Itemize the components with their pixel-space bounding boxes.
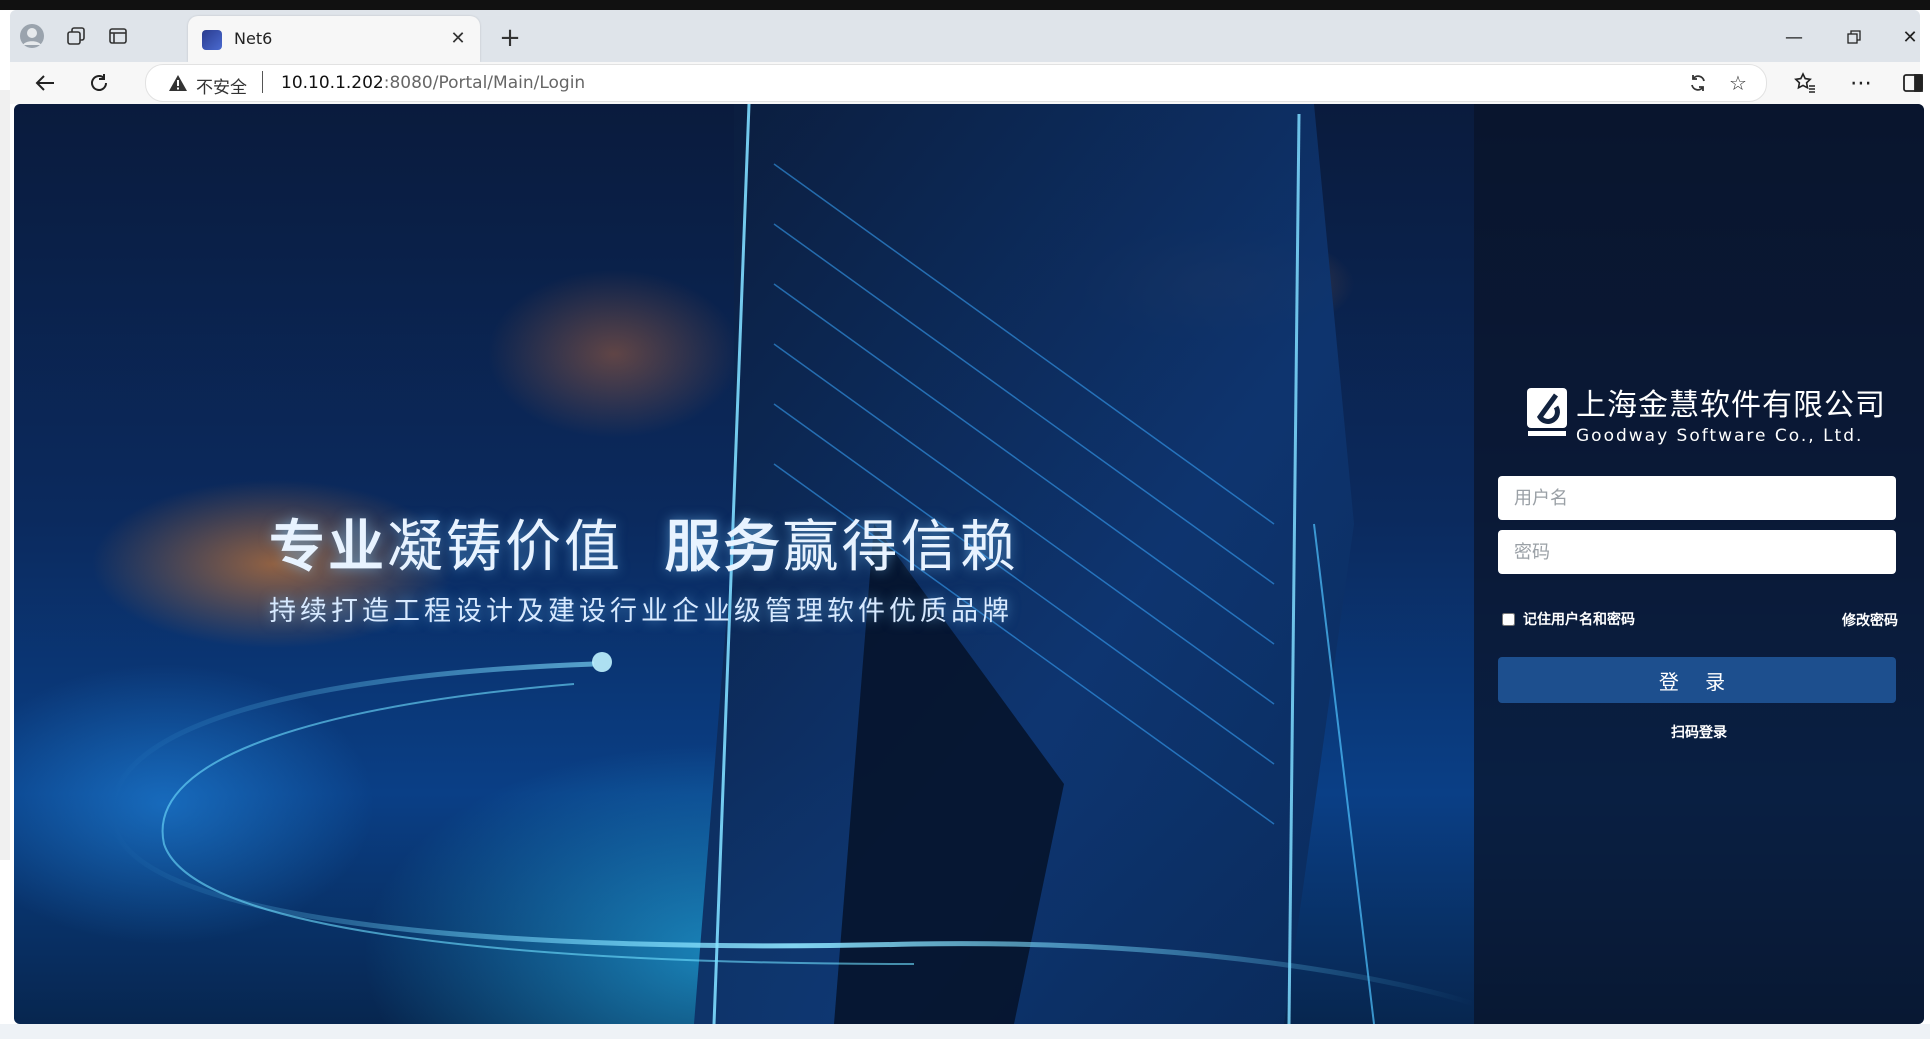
change-password-link[interactable]: 修改密码 [1842,610,1898,630]
close-window-icon[interactable]: ✕ [1886,22,1930,52]
company-logo: 上海金慧软件有限公司 Goodway Software Co., Ltd. [1526,380,1886,446]
url-text[interactable]: 10.10.1.202:8080/Portal/Main/Login [281,73,585,93]
refresh-icon[interactable] [82,66,116,100]
remember-label: 记住用户名和密码 [1523,612,1635,628]
password-input[interactable] [1498,530,1896,574]
address-bar[interactable]: 不安全 10.10.1.202:8080/Portal/Main/Login ☆ [145,64,1767,102]
restore-icon[interactable] [1830,22,1878,52]
site-favicon-icon [202,30,222,50]
tab-actions-icon[interactable] [102,20,134,52]
company-name-cn: 上海金慧软件有限公司 [1576,388,1886,423]
tab-title: Net6 [234,29,273,48]
goodway-logo-icon [1527,388,1567,436]
tab-net6[interactable]: Net6 ✕ [188,16,480,62]
minimize-icon[interactable]: — [1770,22,1818,52]
login-page: 专业凝铸价值 服务赢得信赖 持续打造工程设计及建设行业企业级管理软件优质品牌 上… [14,104,1924,1024]
profile-icon[interactable] [16,20,48,52]
login-panel: 上海金慧软件有限公司 Goodway Software Co., Ltd. 记住… [1474,104,1924,1024]
url-host: 10.10.1.202 [281,73,384,93]
favorites-icon[interactable] [1788,66,1822,100]
remember-me[interactable]: 记住用户名和密码 [1498,609,1635,629]
remember-checkbox[interactable] [1502,612,1515,626]
browser-tab-strip: Net6 ✕ + — ✕ [10,10,1920,62]
slogan-bold-2: 服务 [664,515,783,580]
slogan-rest-2: 赢得信赖 [782,515,1019,580]
company-name-en: Goodway Software Co., Ltd. [1576,426,1864,446]
back-icon[interactable] [28,66,62,100]
url-path: :8080/Portal/Main/Login [383,73,586,93]
favorite-star-icon[interactable]: ☆ [1724,69,1752,97]
slogan-headline: 专业凝铸价值 服务赢得信赖 [269,502,1019,583]
os-top-edge [0,0,1930,10]
new-tab-icon[interactable]: + [494,22,526,54]
company-name-block: 上海金慧软件有限公司 Goodway Software Co., Ltd. [1576,380,1886,446]
slogan-bold-1: 专业 [269,515,387,580]
qr-login-link[interactable]: 扫码登录 [1474,722,1924,742]
slogan-subtitle: 持续打造工程设计及建设行业企业级管理软件优质品牌 [269,596,1013,627]
page-bottom-edge [0,1024,1930,1039]
browser-toolbar: 不安全 10.10.1.202:8080/Portal/Main/Login ☆… [10,62,1923,104]
username-input[interactable] [1498,476,1896,520]
close-tab-icon[interactable]: ✕ [446,26,470,50]
warning-icon [169,75,187,91]
address-divider [262,71,263,93]
slogan-block: 专业凝铸价值 服务赢得信赖 持续打造工程设计及建设行业企业级管理软件优质品牌 [269,502,1019,628]
slogan-rest-1: 凝铸价值 [387,515,623,580]
page-left-edge [0,90,10,860]
login-button[interactable]: 登 录 [1498,657,1896,703]
not-secure-label[interactable]: 不安全 [196,73,247,98]
sidebar-toggle-icon[interactable] [1896,66,1930,100]
workspaces-icon[interactable] [60,20,92,52]
translate-icon[interactable] [1684,69,1712,97]
more-menu-icon[interactable]: ⋯ [1844,66,1878,100]
